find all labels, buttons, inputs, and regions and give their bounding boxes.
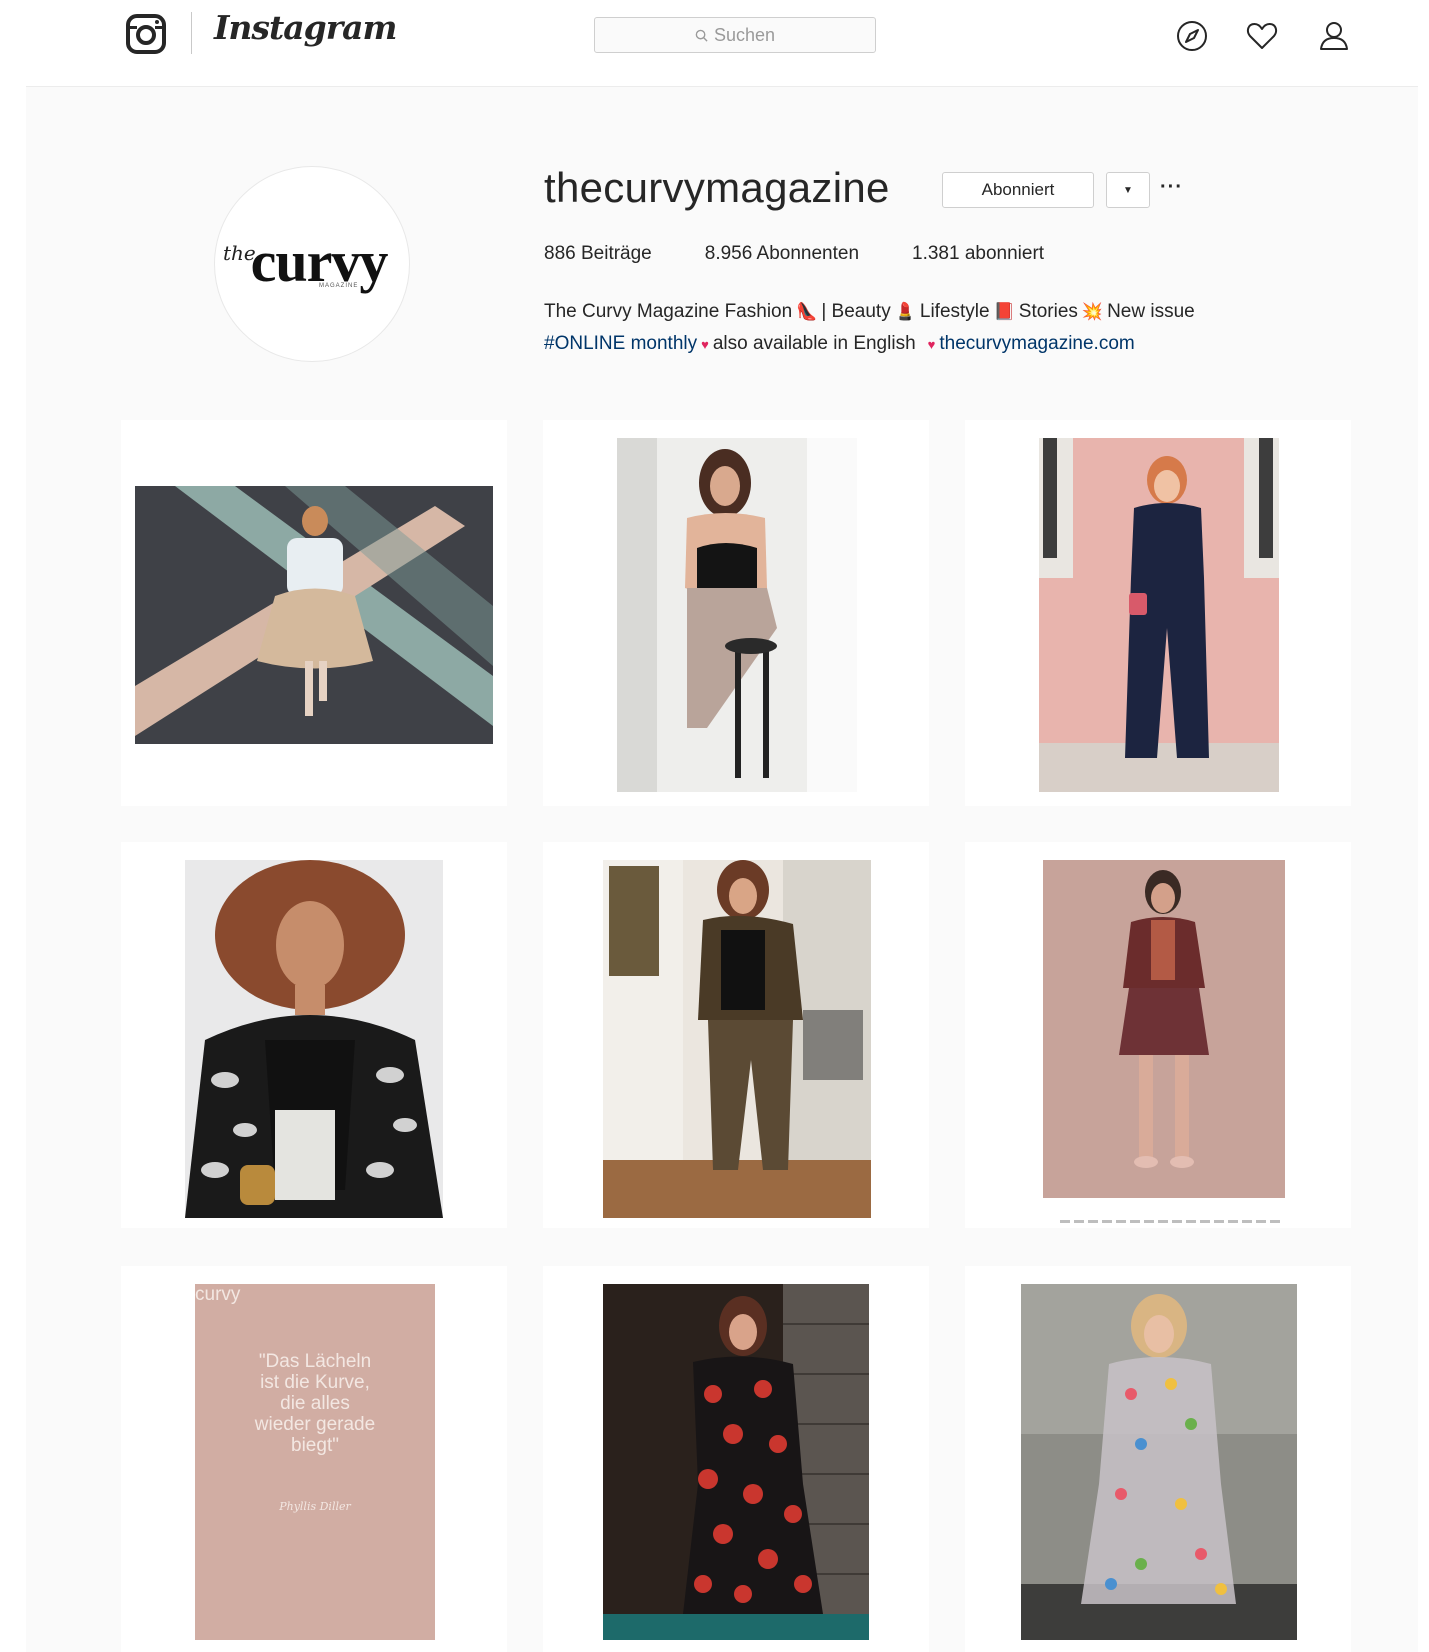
lipstick-icon: 💄 (894, 302, 916, 321)
post-image-5 (603, 860, 871, 1218)
heart-icon[interactable] (1244, 18, 1280, 54)
post-image-9 (1021, 1284, 1297, 1640)
following-count[interactable]: 1.381 abonniert (912, 243, 1044, 265)
quote-line: biegt" (291, 1435, 339, 1456)
quote-line: "Das Lächeln (258, 1351, 372, 1372)
post-image-6 (1043, 860, 1285, 1198)
quote-card: "Das Lächeln ist die Kurve, die alles wi… (195, 1284, 435, 1584)
heart-bullet-icon: ♥ (701, 337, 709, 352)
caret-down-icon: ▼ (1123, 184, 1133, 196)
bio-website-link[interactable]: thecurvymagazine.com (939, 333, 1134, 354)
post-tile-3[interactable] (965, 420, 1351, 806)
explore-icon[interactable] (1174, 18, 1210, 54)
top-navigation: Instagram Suchen (0, 0, 1429, 86)
bio-line-1: The Curvy Magazine Fashion 👠 | Beauty 💄 Life… (544, 296, 1364, 328)
post-tile-4[interactable] (121, 842, 507, 1228)
avatar-text-prefix: the (223, 241, 256, 265)
bio-stories: Stories (1018, 301, 1078, 322)
post-image-2 (617, 438, 857, 792)
post-tile-1[interactable] (121, 420, 507, 806)
quote-brand-logo: curvy (195, 1284, 241, 1305)
bio-new-issue: New issue (1107, 301, 1195, 322)
followers-count[interactable]: 8.956 Abonnenten (705, 243, 859, 265)
avatar-text-sub: MAGAZINE (319, 283, 359, 289)
post-tile-6[interactable] (965, 842, 1351, 1228)
bio-line-2: #ONLINE monthly ♥ also available in Englis… (544, 328, 1364, 361)
post-tile-7[interactable]: "Das Lächeln ist die Kurve, die alles wi… (121, 1266, 507, 1652)
post-tile-5[interactable] (543, 842, 929, 1228)
profile-username: thecurvymagazine (544, 164, 890, 211)
suggestions-dropdown-button[interactable]: ▼ (1106, 172, 1150, 208)
search-input[interactable]: Suchen (594, 17, 876, 53)
post-image-4 (185, 860, 443, 1218)
following-button[interactable]: Abonniert (942, 172, 1094, 208)
bio-fashion: The Curvy Magazine Fashion (544, 301, 793, 322)
post-tile-8[interactable] (543, 1266, 929, 1652)
profile-stats: 886 Beiträge 8.956 Abonnenten 1.381 abon… (544, 243, 1097, 265)
instagram-logo-icon[interactable] (124, 12, 168, 56)
posts-count: 886 Beiträge (544, 243, 652, 264)
quote-line: wieder gerade (254, 1414, 376, 1435)
quote-line: ist die Kurve, (260, 1372, 370, 1393)
sparkle-icon: 💥 (1081, 302, 1104, 321)
profile-bio: The Curvy Magazine Fashion 👠 | Beauty 💄 Life… (544, 296, 1364, 361)
nav-divider (191, 12, 192, 54)
bio-beauty: | Beauty (821, 301, 891, 322)
more-options-button[interactable]: ··· (1160, 176, 1183, 199)
quote-signature: Phyllis Diller (279, 1500, 351, 1513)
post-image-3 (1039, 438, 1279, 792)
post-image-8 (603, 1284, 869, 1640)
post-6-caption-strip (1060, 1220, 1280, 1223)
book-icon: 📕 (993, 302, 1015, 321)
post-image-7: "Das Lächeln ist die Kurve, die alles wi… (195, 1284, 435, 1640)
bio-english: also available in English (712, 333, 916, 354)
search-placeholder: Suchen (713, 24, 776, 45)
post-image-1 (135, 486, 493, 744)
heart-bullet-icon: ♥ (927, 337, 936, 352)
post-tile-9[interactable] (965, 1266, 1351, 1652)
post-tile-2[interactable] (543, 420, 929, 806)
bio-hashtag[interactable]: #ONLINE monthly (544, 333, 697, 354)
search-icon (695, 29, 708, 42)
bio-lifestyle: Lifestyle (919, 301, 990, 322)
user-icon[interactable] (1316, 18, 1352, 54)
quote-line: die alles (280, 1393, 350, 1414)
profile-avatar[interactable]: the curvy MAGAZINE (214, 166, 410, 362)
high-heel-icon: 👠 (796, 302, 818, 321)
instagram-wordmark[interactable]: Instagram (214, 8, 397, 47)
